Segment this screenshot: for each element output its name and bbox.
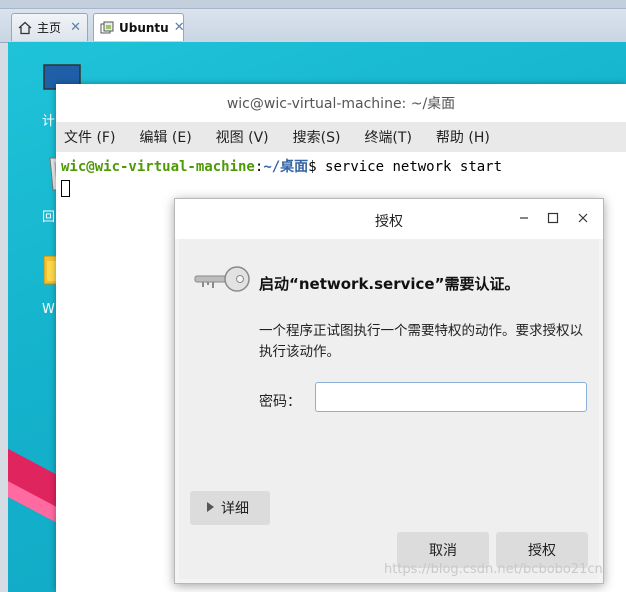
password-label: 密码： bbox=[259, 394, 301, 410]
terminal-cursor bbox=[61, 180, 70, 197]
close-icon[interactable] bbox=[574, 209, 592, 227]
prompt-symbol: $ bbox=[308, 159, 326, 175]
auth-dialog-body: 启动“network.service”需要认证。 一个程序正试图执行一个需要特权… bbox=[179, 239, 599, 579]
prompt-user: wic@wic-virtual-machine bbox=[61, 159, 255, 175]
menu-file[interactable]: 文件 (F) bbox=[60, 127, 119, 147]
auth-heading: 启动“network.service”需要认证。 bbox=[259, 275, 520, 293]
vm-icon bbox=[100, 21, 114, 35]
desktop-label-trash: 回 bbox=[42, 210, 56, 225]
tab-home-close-icon[interactable]: ✕ bbox=[70, 20, 81, 35]
expand-arrow-icon bbox=[206, 500, 215, 516]
tab-home-label: 主页 bbox=[37, 21, 62, 35]
menu-view[interactable]: 视图 (V) bbox=[212, 127, 273, 147]
terminal-prompt-line[interactable]: wic@wic-virtual-machine:~/桌面$ service ne… bbox=[56, 156, 626, 176]
watermark: https://blog.csdn.net/bcbobo21cn bbox=[384, 562, 603, 577]
details-label: 详细 bbox=[221, 501, 249, 517]
tab-ubuntu-close-icon[interactable]: ✕ bbox=[174, 20, 185, 35]
auth-message: 一个程序正试图执行一个需要特权的动作。要求授权以执行该动作。 bbox=[259, 323, 583, 360]
desktop-label-folder: W bbox=[42, 302, 55, 317]
auth-dialog: 授权 启动“network.service”需要认证。 一个程序正试图执行一个需… bbox=[174, 198, 604, 584]
vm-toolbar-edge bbox=[0, 0, 626, 9]
maximize-icon[interactable] bbox=[544, 209, 562, 227]
prompt-path: ~/桌面 bbox=[263, 159, 309, 175]
terminal-menubar: 文件 (F) 编辑 (E) 视图 (V) 搜索(S) 终端(T) 帮助 (H) bbox=[56, 122, 626, 152]
password-input[interactable] bbox=[315, 382, 587, 412]
details-expander[interactable]: 详细 bbox=[190, 491, 270, 525]
menu-edit[interactable]: 编辑 (E) bbox=[135, 127, 195, 147]
desktop-label-computer: 计 bbox=[42, 114, 56, 129]
menu-terminal[interactable]: 终端(T) bbox=[360, 127, 415, 147]
key-icon bbox=[193, 263, 251, 301]
minimize-icon[interactable] bbox=[515, 209, 533, 227]
vm-tab-bar: 主页 ✕ Ubuntu ✕ bbox=[0, 0, 626, 43]
tab-ubuntu-label: Ubuntu bbox=[119, 20, 169, 35]
menu-help[interactable]: 帮助 (H) bbox=[432, 127, 494, 147]
menu-search[interactable]: 搜索(S) bbox=[289, 127, 345, 147]
tab-ubuntu[interactable]: Ubuntu ✕ bbox=[93, 13, 185, 41]
tab-home[interactable]: 主页 ✕ bbox=[11, 13, 88, 41]
home-icon bbox=[18, 21, 32, 35]
auth-dialog-title: 授权 bbox=[375, 214, 403, 230]
terminal-cursor-line bbox=[56, 180, 626, 197]
auth-dialog-titlebar: 授权 bbox=[175, 199, 603, 239]
terminal-command: service network start bbox=[325, 159, 503, 175]
terminal-title: wic@wic-virtual-machine: ~/桌面 bbox=[226, 96, 456, 112]
